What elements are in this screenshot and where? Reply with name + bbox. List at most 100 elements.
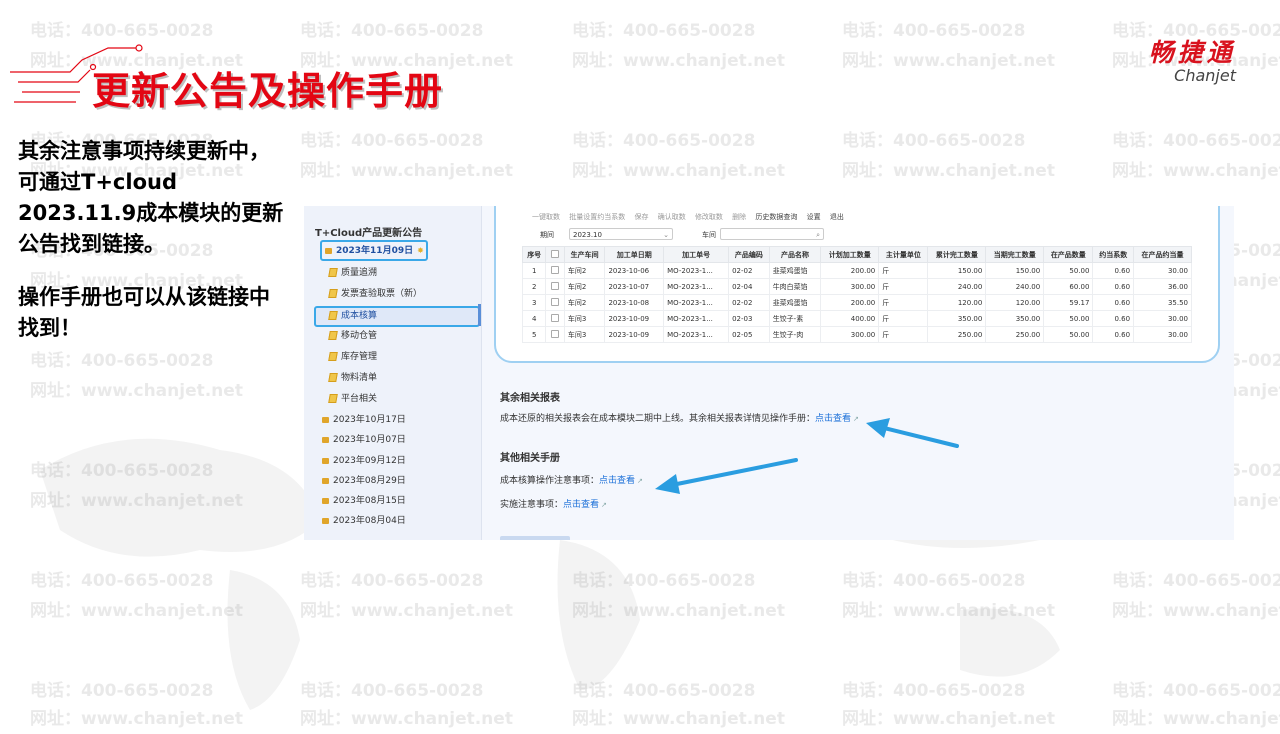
sidebar-item-cost-accounting[interactable]: 成本核算 xyxy=(314,306,480,327)
sidebar-item-invoice-check[interactable]: 发票查验取票（新） xyxy=(328,286,423,302)
sidebar-item-label: 物料清单 xyxy=(341,373,378,383)
sidebar-title: T+Cloud产品更新公告 xyxy=(315,228,423,239)
checkbox[interactable] xyxy=(551,297,560,306)
column-header: 累计完工数量 xyxy=(927,246,987,263)
cell-total-completed: 150.00 xyxy=(927,262,987,279)
cell-product-name: 生饺子-素 xyxy=(768,310,822,327)
logo-chinese: 畅捷通 xyxy=(1148,38,1236,67)
sidebar-item-label: 发票查验取票（新） xyxy=(341,289,423,299)
folder-icon xyxy=(322,436,329,443)
table-row[interactable]: 3 车间2 2023-10-08 MO-2023-1... 02-02 韭菜鸡蛋… xyxy=(521,294,1192,311)
sidebar-item-quality-trace[interactable]: 质量追溯 xyxy=(328,265,377,281)
toolbar-button[interactable]: 修改取数 xyxy=(695,213,723,221)
checkbox[interactable] xyxy=(551,329,560,338)
cell-unit: 斤 xyxy=(878,310,929,327)
sidebar-date-item[interactable]: 2023年08月15日 xyxy=(322,493,406,509)
watermark-site: 网址：www.chanjet.net xyxy=(842,161,1055,181)
implementation-manual-link[interactable]: 点击查看 xyxy=(563,500,599,510)
cell-seq: 1 xyxy=(521,262,547,279)
toolbar-button[interactable]: 历史数据查询 xyxy=(755,213,797,221)
column-header: 加工单号 xyxy=(663,246,730,263)
period-select[interactable]: 2023.10 ⌄ xyxy=(569,228,673,240)
cell-checkbox[interactable] xyxy=(545,310,565,327)
reports-text: 成本还原的相关报表会在成本模块二期中上线。其余相关报表详情见操作手册： xyxy=(500,414,816,424)
column-header: 产品编码 xyxy=(728,246,770,263)
watermark-phone: 电话：400-665-0028 xyxy=(300,131,484,151)
cell-checkbox[interactable] xyxy=(545,326,565,343)
sidebar-scrollbar[interactable] xyxy=(478,304,481,326)
table-row[interactable]: 5 车间3 2023-10-09 MO-2023-1... 02-05 生饺子-… xyxy=(521,326,1192,343)
sidebar-item-platform[interactable]: 平台相关 xyxy=(328,391,377,407)
cell-equivalent: 36.00 xyxy=(1133,278,1192,295)
watermark-phone: 电话：400-665-0028 xyxy=(842,21,1026,41)
sidebar-item-mobile-warehouse[interactable]: 移动仓管 xyxy=(328,328,377,344)
checkbox[interactable] xyxy=(551,265,560,274)
toolbar-button[interactable]: 批量设置约当系数 xyxy=(569,213,625,221)
column-header-select-all[interactable] xyxy=(545,246,565,263)
table-row[interactable]: 1 车间2 2023-10-06 MO-2023-1... 02-02 韭菜鸡蛋… xyxy=(521,262,1192,279)
page-icon xyxy=(328,352,338,361)
cell-total-completed: 250.00 xyxy=(927,326,987,343)
cell-product-name: 生饺子-肉 xyxy=(768,326,822,343)
cell-checkbox[interactable] xyxy=(545,262,565,279)
cell-product-code: 02-02 xyxy=(728,294,770,311)
cell-period-completed: 350.00 xyxy=(985,310,1045,327)
cell-total-completed: 120.00 xyxy=(927,294,987,311)
cell-workshop: 车间3 xyxy=(563,310,606,327)
cell-planned-qty: 300.00 xyxy=(820,326,880,343)
paragraph-update-notice: 其余注意事项持续更新中，可通过T+cloud 2023.11.9成本模块的更新公… xyxy=(18,139,284,256)
checkbox[interactable] xyxy=(551,281,560,290)
folder-icon xyxy=(322,517,329,524)
toolbar-button[interactable]: 退出 xyxy=(830,213,844,221)
cell-planned-qty: 200.00 xyxy=(820,294,880,311)
cell-planned-qty: 300.00 xyxy=(820,278,880,295)
sidebar-date-label: 2023年10月17日 xyxy=(333,415,406,425)
page-icon xyxy=(328,373,338,382)
workshop-input[interactable]: ⌕ xyxy=(720,228,824,240)
folder-icon xyxy=(322,497,329,504)
cell-product-code: 02-05 xyxy=(728,326,770,343)
slide-title: 更新公告及操作手册 xyxy=(92,69,444,113)
watermark-phone: 电话：400-665-0028 xyxy=(572,131,756,151)
sidebar-date-item[interactable]: 2023年08月29日 xyxy=(322,473,406,489)
sidebar-item-label: 库存管理 xyxy=(341,352,378,362)
sidebar-date-item[interactable]: 2023年10月07日 xyxy=(322,432,406,448)
table-row[interactable]: 2 车间2 2023-10-07 MO-2023-1... 02-04 牛肉白菜… xyxy=(521,278,1192,295)
cell-product-name: 牛肉白菜馅 xyxy=(768,278,822,295)
external-link-icon: ↗ xyxy=(601,501,607,509)
toolbar-button[interactable]: 确认取数 xyxy=(658,213,686,221)
sidebar-date-item[interactable]: 2023年10月17日 xyxy=(322,412,406,428)
cell-unit: 斤 xyxy=(878,278,929,295)
checkbox[interactable] xyxy=(551,313,560,322)
toolbar-button[interactable]: 保存 xyxy=(634,213,648,221)
sidebar-date-item[interactable]: 2023年08月04日 xyxy=(322,513,406,529)
sidebar-item-bom[interactable]: 物料清单 xyxy=(328,370,378,386)
reports-view-link[interactable]: 点击查看 xyxy=(815,414,851,424)
cell-total-completed: 240.00 xyxy=(927,278,987,295)
table-row[interactable]: 4 车间3 2023-10-09 MO-2023-1... 02-03 生饺子-… xyxy=(521,310,1192,327)
cell-coefficient: 0.60 xyxy=(1092,294,1135,311)
period-value: 2023.10 xyxy=(573,231,602,239)
checkbox[interactable] xyxy=(551,249,560,258)
toolbar-button[interactable]: 一键取数 xyxy=(532,213,560,221)
cell-seq: 3 xyxy=(521,294,547,311)
cost-data-table: 序号 生产车间 加工单日期 加工单号 产品编码 产品名称 计划加工数量 主计量单… xyxy=(521,246,1192,343)
watermark-phone: 电话：400-665-0028 xyxy=(1112,131,1280,151)
cell-date: 2023-10-09 xyxy=(604,326,665,343)
sidebar-date-item[interactable]: 2023年09月12日 xyxy=(322,453,406,469)
cell-workshop: 车间3 xyxy=(563,326,606,343)
sidebar-date-label: 2023年08月15日 xyxy=(333,496,406,506)
cost-accounting-manual-link[interactable]: 点击查看 xyxy=(599,476,635,486)
cell-unit: 斤 xyxy=(878,294,929,311)
cell-coefficient: 0.60 xyxy=(1092,278,1135,295)
embedded-screenshot: T+Cloud产品更新公告 2023年11月09日 ✸ 质量追溯 发票查验取票（新… xyxy=(304,206,1234,540)
cell-checkbox[interactable] xyxy=(545,278,565,295)
cell-total-completed: 350.00 xyxy=(927,310,987,327)
cell-checkbox[interactable] xyxy=(545,294,565,311)
search-icon[interactable]: ⌕ xyxy=(816,229,820,241)
sidebar-date-2023-11-09[interactable]: 2023年11月09日 ✸ xyxy=(320,240,428,261)
cell-period-completed: 150.00 xyxy=(985,262,1045,279)
toolbar-button[interactable]: 删除 xyxy=(732,213,746,221)
sidebar-item-inventory[interactable]: 库存管理 xyxy=(328,349,378,365)
toolbar-button[interactable]: 设置 xyxy=(807,213,821,221)
